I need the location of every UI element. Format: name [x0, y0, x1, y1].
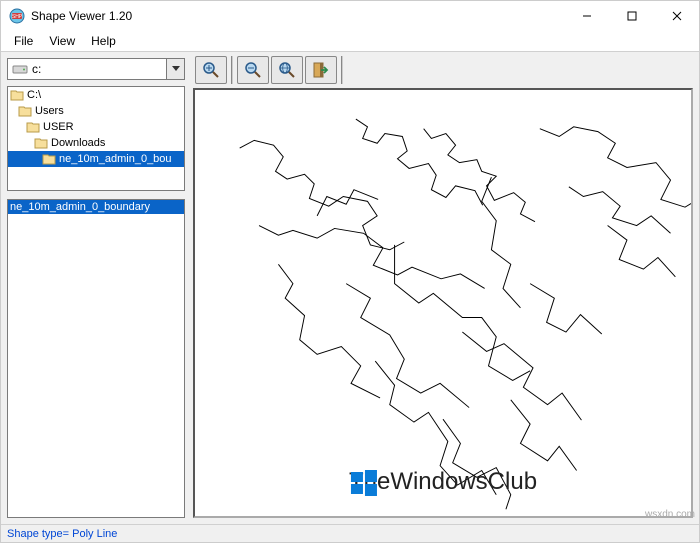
- window-controls: [564, 1, 699, 31]
- folder-tree[interactable]: C:\ Users USER Downloads ne_10m_admin_0_…: [7, 86, 185, 191]
- file-list[interactable]: ne_10m_admin_0_boundary: [7, 199, 185, 518]
- close-button[interactable]: [654, 1, 699, 31]
- titlebar: SHP Shape Viewer 1.20: [1, 1, 699, 31]
- drive-select[interactable]: c:: [7, 58, 185, 80]
- app-icon: SHP: [9, 8, 25, 24]
- status-text: Shape type= Poly Line: [7, 528, 117, 540]
- chevron-down-icon: [166, 59, 184, 79]
- shape-polyline: [195, 90, 691, 516]
- watermark: TheWindowsClub: [349, 468, 537, 496]
- menu-file[interactable]: File: [7, 32, 40, 50]
- zoom-in-button[interactable]: [195, 56, 227, 84]
- folder-open-icon: [10, 89, 24, 101]
- drive-icon: [12, 63, 28, 75]
- svg-text:SHP: SHP: [12, 14, 23, 20]
- tree-row[interactable]: Downloads: [8, 135, 184, 151]
- sidebar: c: C:\ Users USER Downloads: [1, 52, 191, 524]
- credit-text: wsxdn.com: [645, 509, 695, 520]
- tree-row-selected[interactable]: ne_10m_admin_0_bou: [8, 151, 184, 167]
- globe-zoom-icon: [277, 60, 297, 80]
- toolbar: [191, 52, 699, 88]
- minimize-button[interactable]: [564, 1, 609, 31]
- tree-row[interactable]: C:\: [8, 87, 184, 103]
- window-title: Shape Viewer 1.20: [31, 9, 564, 23]
- zoom-extents-button[interactable]: [271, 56, 303, 84]
- statusbar: Shape type= Poly Line: [1, 524, 699, 542]
- menu-help[interactable]: Help: [84, 32, 123, 50]
- folder-open-icon: [18, 105, 32, 117]
- toolbar-divider: [231, 56, 233, 84]
- exit-icon: [311, 60, 331, 80]
- maximize-button[interactable]: [609, 1, 654, 31]
- tree-row[interactable]: Users: [8, 103, 184, 119]
- content-area: c: C:\ Users USER Downloads: [1, 51, 699, 524]
- map-canvas[interactable]: TheWindowsClub: [193, 88, 693, 518]
- zoom-out-icon: [243, 60, 263, 80]
- tree-row[interactable]: USER: [8, 119, 184, 135]
- folder-open-icon: [26, 121, 40, 133]
- list-item-selected[interactable]: ne_10m_admin_0_boundary: [8, 200, 184, 214]
- zoom-in-icon: [201, 60, 221, 80]
- windows-logo-icon: [349, 468, 379, 498]
- menubar: File View Help: [1, 31, 699, 51]
- app-window: SHP Shape Viewer 1.20 File View Help c: …: [0, 0, 700, 543]
- toolbar-divider: [341, 56, 343, 84]
- zoom-out-button[interactable]: [237, 56, 269, 84]
- folder-open-icon: [34, 137, 48, 149]
- exit-button[interactable]: [305, 56, 337, 84]
- menu-view[interactable]: View: [42, 32, 82, 50]
- drive-label: c:: [32, 62, 41, 76]
- main-panel: TheWindowsClub: [191, 52, 699, 524]
- folder-open-icon: [42, 153, 56, 165]
